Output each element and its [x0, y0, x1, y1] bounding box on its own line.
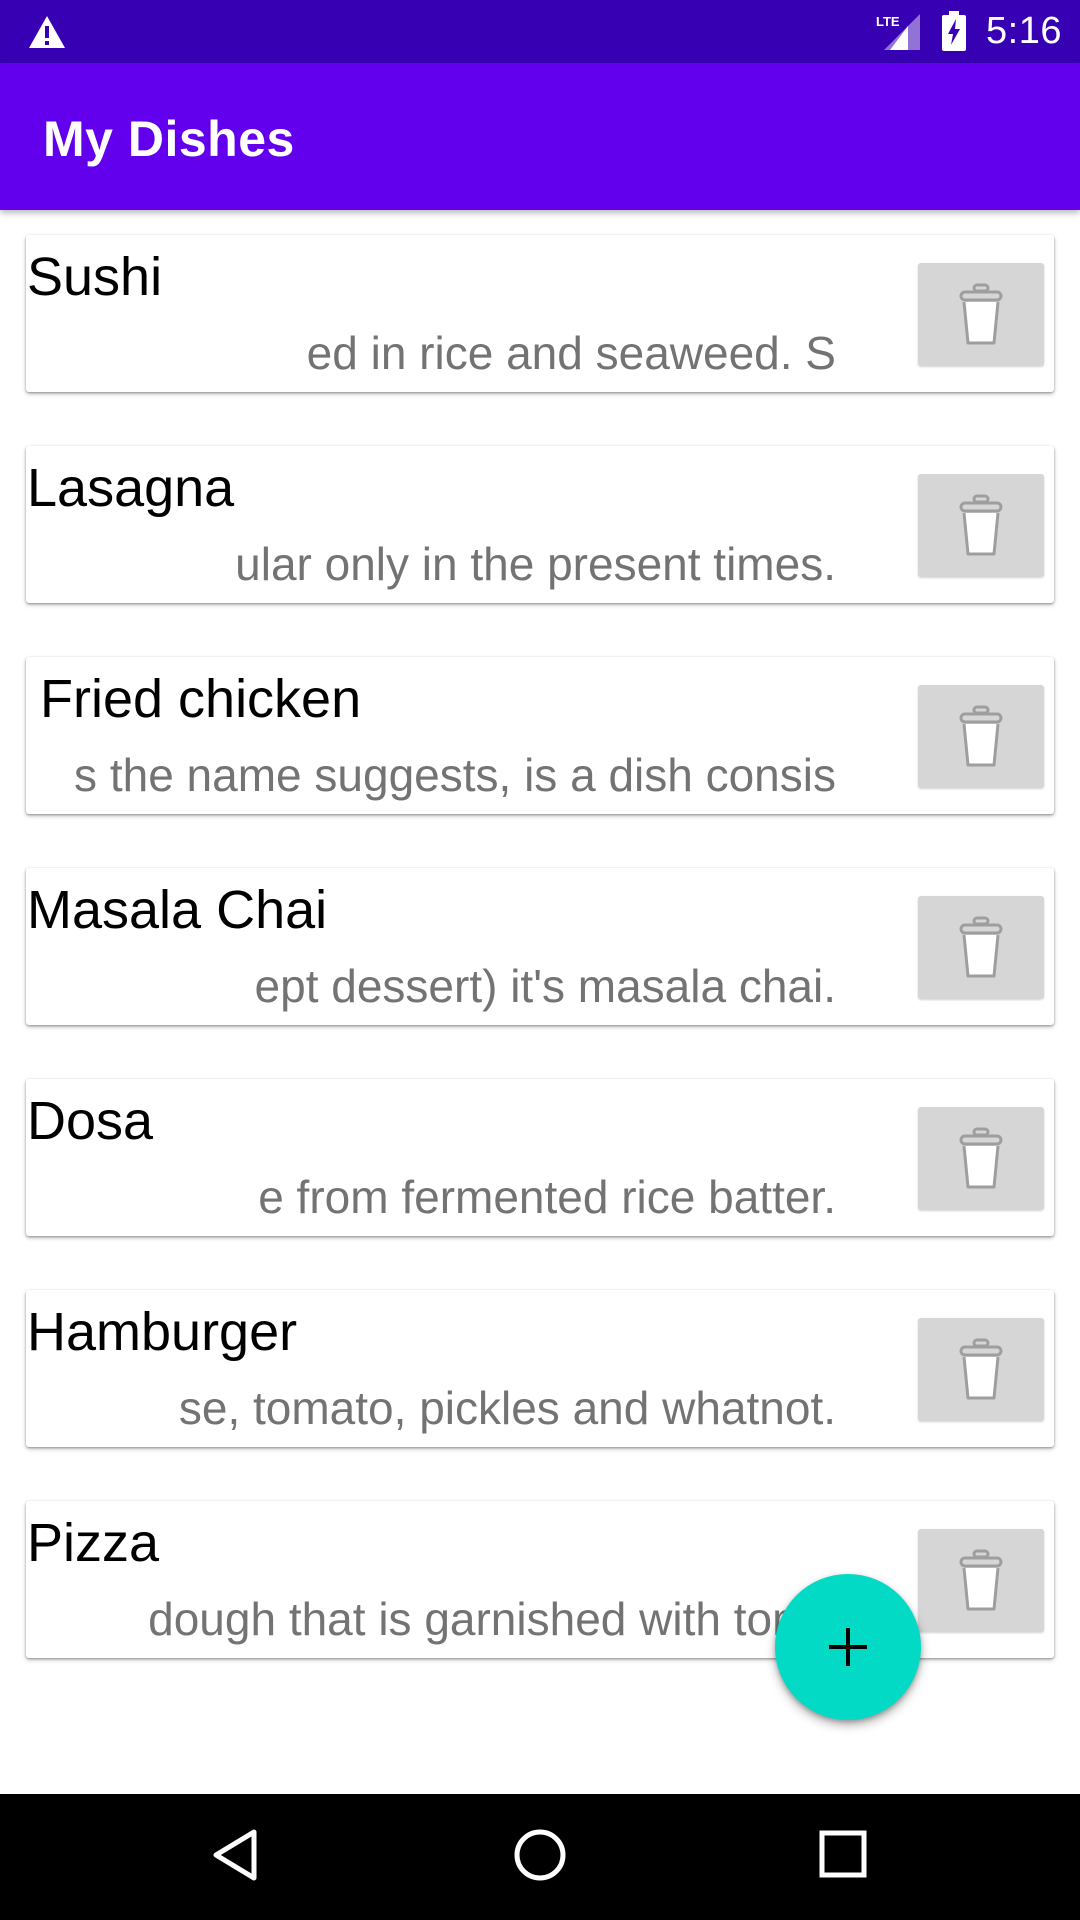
status-bar: LTE 5:16: [0, 0, 1080, 63]
trash-icon: [959, 705, 1003, 767]
dish-description: s the name suggests, is a dish consis: [74, 749, 836, 801]
dish-card[interactable]: Dosa e from fermented rice batter.: [26, 1079, 1054, 1236]
delete-button[interactable]: [918, 1529, 1044, 1632]
dish-text-area: Lasagna ular only in the present times.: [26, 446, 836, 603]
dish-card[interactable]: Fried chicken s the name suggests, is a …: [26, 657, 1054, 814]
dish-name: Lasagna: [27, 458, 235, 518]
dish-name: Sushi: [27, 247, 163, 307]
dish-text-area: Fried chicken s the name suggests, is a …: [26, 657, 836, 814]
back-icon[interactable]: [210, 1827, 260, 1888]
delete-button[interactable]: [918, 263, 1044, 366]
trash-icon: [959, 283, 1003, 345]
dish-name: Fried chicken: [40, 669, 362, 729]
trash-icon: [959, 494, 1003, 556]
page-title: My Dishes: [43, 111, 295, 167]
status-clock: 5:16: [986, 10, 1062, 52]
delete-button[interactable]: [918, 474, 1044, 577]
dish-text-area: Hamburger se, tomato, pickles and whatno…: [26, 1290, 836, 1447]
app-bar: My Dishes: [0, 63, 1080, 210]
battery-charging-icon: [941, 11, 967, 56]
dish-card[interactable]: Lasagna ular only in the present times.: [26, 446, 1054, 603]
dish-description: ept dessert) it's masala chai.: [254, 960, 836, 1012]
dish-text-area: Sushi ed in rice and seaweed. S: [26, 235, 836, 392]
navigation-bar: [0, 1794, 1080, 1920]
dish-name: Hamburger: [27, 1302, 298, 1362]
trash-icon: [959, 1338, 1003, 1400]
home-icon[interactable]: [512, 1827, 568, 1888]
dish-card[interactable]: Hamburger se, tomato, pickles and whatno…: [26, 1290, 1054, 1447]
dish-description: e from fermented rice batter.: [258, 1171, 836, 1223]
dish-text-area: Dosa e from fermented rice batter.: [26, 1079, 836, 1236]
delete-button[interactable]: [918, 1318, 1044, 1421]
add-icon: [829, 1628, 867, 1666]
add-dish-fab[interactable]: [775, 1574, 921, 1720]
trash-icon: [959, 1127, 1003, 1189]
dish-card[interactable]: Sushi ed in rice and seaweed. S: [26, 235, 1054, 392]
delete-button[interactable]: [918, 896, 1044, 999]
delete-button[interactable]: [918, 685, 1044, 788]
trash-icon: [959, 1549, 1003, 1611]
dish-name: Pizza: [27, 1513, 160, 1573]
dish-description: ular only in the present times.: [235, 538, 836, 590]
dish-name: Masala Chai: [27, 880, 328, 940]
dish-text-area: Masala Chai ept dessert) it's masala cha…: [26, 868, 836, 1025]
dish-description: dough that is garnished with toma: [148, 1593, 836, 1645]
dish-description: se, tomato, pickles and whatnot.: [178, 1382, 836, 1434]
delete-button[interactable]: [918, 1107, 1044, 1210]
dish-card[interactable]: Masala Chai ept dessert) it's masala cha…: [26, 868, 1054, 1025]
trash-icon: [959, 916, 1003, 978]
warning-icon: [27, 14, 67, 55]
dish-description: ed in rice and seaweed. S: [306, 327, 836, 379]
dish-name: Dosa: [27, 1091, 154, 1151]
svg-text:LTE: LTE: [876, 14, 900, 29]
lte-signal-icon: LTE: [876, 12, 922, 57]
dish-text-area: Pizza dough that is garnished with toma: [26, 1501, 836, 1658]
recents-icon[interactable]: [817, 1827, 871, 1888]
